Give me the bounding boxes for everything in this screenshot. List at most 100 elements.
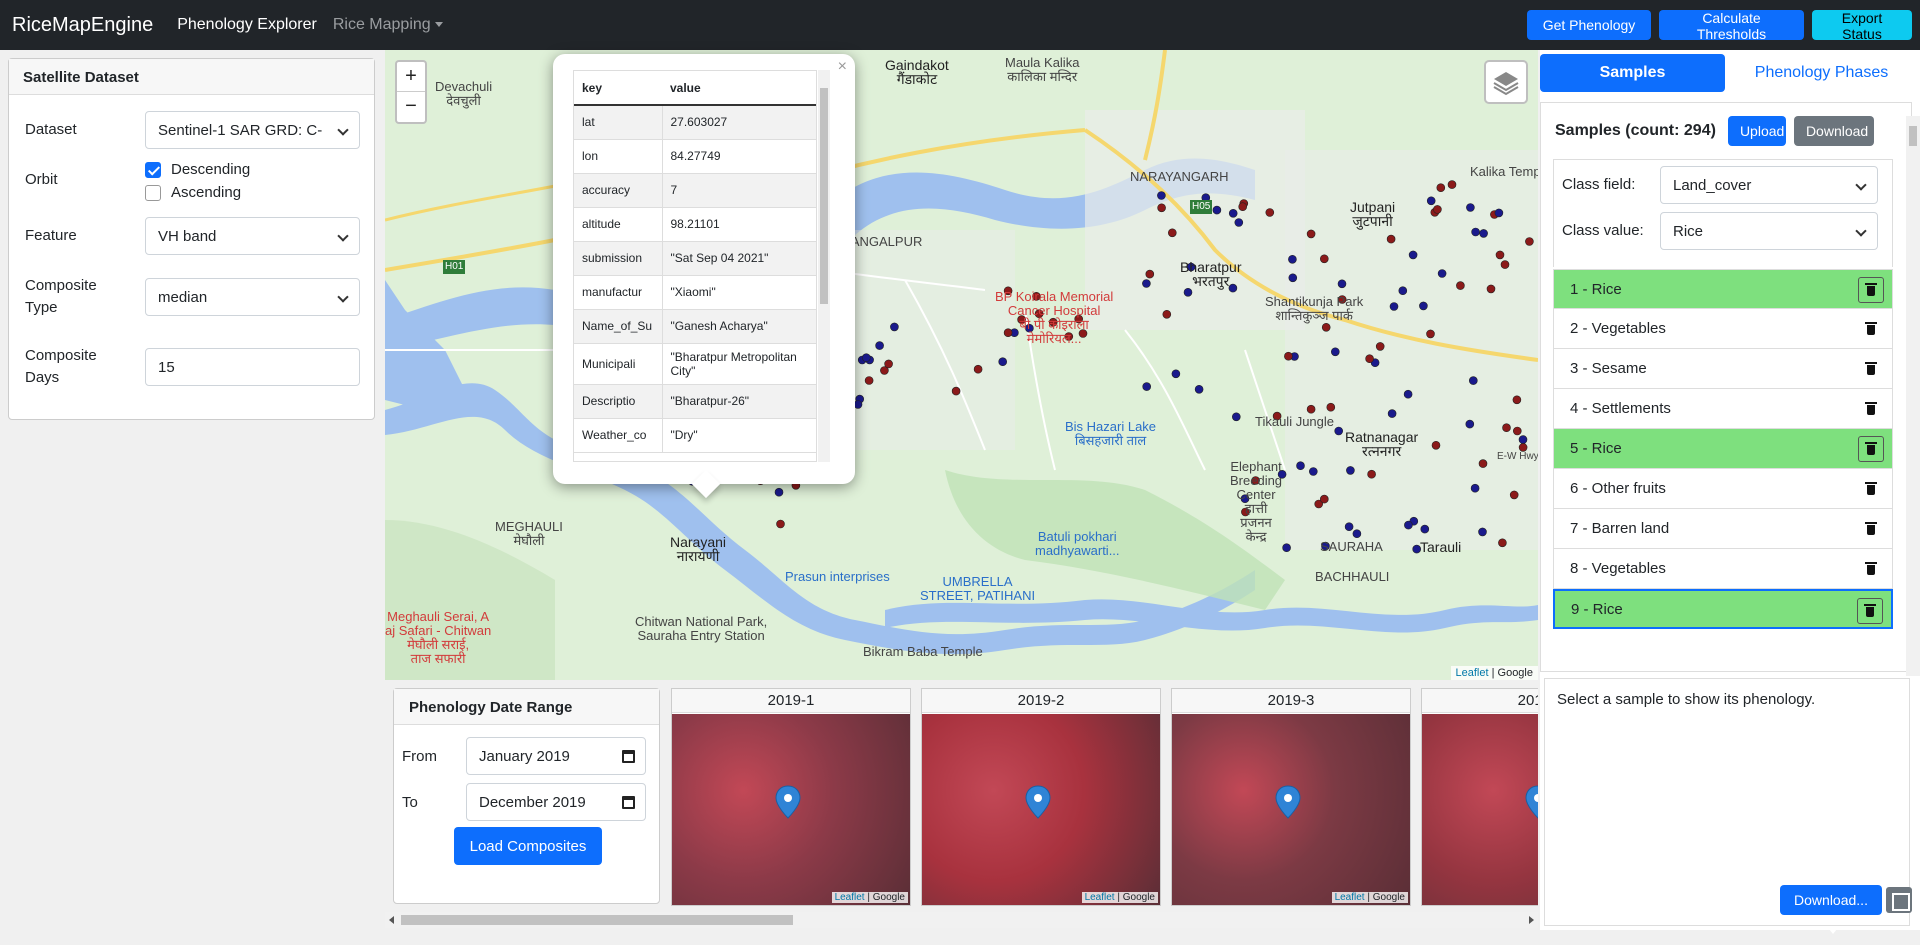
delete-sample-button[interactable] bbox=[1858, 556, 1884, 582]
sample-point-marker[interactable] bbox=[1408, 250, 1418, 260]
composite-image[interactable]: Leaflet | Google bbox=[1422, 714, 1538, 905]
checkbox-unchecked-icon[interactable] bbox=[145, 184, 161, 201]
class-field-select[interactable]: Land_cover bbox=[1660, 166, 1878, 204]
composites-scrollbar[interactable] bbox=[385, 912, 1538, 928]
composite-card[interactable]: 2019-2 Leaflet | Google bbox=[921, 688, 1161, 906]
delete-sample-button[interactable] bbox=[1857, 598, 1883, 624]
sample-point-marker[interactable] bbox=[1238, 202, 1248, 211]
app-brand[interactable]: RiceMapEngine bbox=[12, 14, 153, 37]
orbit-descending-option[interactable]: Descending bbox=[145, 161, 250, 178]
sample-point-marker[interactable] bbox=[1288, 255, 1297, 264]
zoom-in-button[interactable]: + bbox=[397, 62, 425, 92]
scroll-left-icon[interactable] bbox=[389, 916, 394, 924]
sample-point-marker[interactable] bbox=[1319, 494, 1329, 504]
checkbox-checked-icon[interactable] bbox=[145, 161, 161, 178]
sample-point-marker[interactable] bbox=[1495, 250, 1505, 260]
popup-scrollbar-thumb[interactable] bbox=[820, 88, 828, 304]
sample-point-marker[interactable] bbox=[1231, 412, 1241, 422]
sample-point-marker[interactable] bbox=[1386, 234, 1396, 244]
delete-sample-button[interactable] bbox=[1858, 277, 1884, 303]
sample-point-marker[interactable] bbox=[1337, 279, 1347, 289]
composite-image[interactable]: Leaflet | Google bbox=[922, 714, 1160, 905]
delete-sample-button[interactable] bbox=[1858, 356, 1884, 382]
sample-list-item[interactable]: 5 - Rice bbox=[1553, 429, 1893, 469]
sample-point-marker[interactable] bbox=[1498, 538, 1507, 548]
sample-point-marker[interactable] bbox=[1509, 490, 1519, 500]
sample-point-marker[interactable] bbox=[1306, 229, 1316, 239]
sample-list-item[interactable]: 9 - Rice bbox=[1553, 589, 1893, 629]
composite-card[interactable]: 2019-4Leaflet | Google bbox=[1421, 688, 1538, 906]
sample-point-marker[interactable] bbox=[1212, 205, 1222, 215]
sample-point-marker[interactable] bbox=[1469, 376, 1478, 385]
sample-point-marker[interactable] bbox=[1478, 527, 1487, 537]
sample-point-marker[interactable] bbox=[884, 359, 893, 369]
sample-point-marker[interactable] bbox=[1419, 301, 1428, 311]
get-phenology-button[interactable]: Get Phenology bbox=[1527, 10, 1651, 40]
sample-point-marker[interactable] bbox=[1466, 203, 1475, 212]
sample-list-item[interactable]: 7 - Barren land bbox=[1553, 509, 1893, 549]
orbit-ascending-option[interactable]: Ascending bbox=[145, 184, 250, 201]
sample-point-marker[interactable] bbox=[864, 376, 874, 385]
sample-point-marker[interactable] bbox=[1500, 260, 1510, 269]
sample-point-marker[interactable] bbox=[1470, 483, 1480, 493]
composite-image[interactable]: Leaflet | Google bbox=[1172, 714, 1410, 905]
download-dropdown-button[interactable]: Download... bbox=[1780, 885, 1882, 934]
tab-phenology-phases[interactable]: Phenology Phases bbox=[1729, 54, 1914, 92]
sample-point-marker[interactable] bbox=[1145, 269, 1155, 279]
sample-point-marker[interactable] bbox=[1265, 208, 1275, 217]
sample-point-marker[interactable] bbox=[1157, 203, 1166, 213]
fullscreen-icon[interactable] bbox=[1886, 887, 1912, 913]
nav-phenology-explorer[interactable]: Phenology Explorer bbox=[177, 16, 317, 34]
sample-point-marker[interactable] bbox=[1288, 273, 1298, 283]
sample-point-marker[interactable] bbox=[1486, 284, 1496, 294]
sample-point-marker[interactable] bbox=[1436, 183, 1446, 192]
delete-sample-button[interactable] bbox=[1858, 476, 1884, 502]
sample-point-marker[interactable] bbox=[1403, 389, 1413, 399]
sample-point-marker[interactable] bbox=[1465, 419, 1475, 429]
sample-point-marker[interactable] bbox=[1365, 354, 1374, 364]
class-value-select[interactable]: Rice bbox=[1660, 212, 1878, 250]
leaflet-link[interactable]: Leaflet bbox=[835, 892, 865, 903]
calendar-icon[interactable] bbox=[622, 796, 635, 809]
sample-point-marker[interactable] bbox=[1513, 426, 1522, 436]
sample-point-marker[interactable] bbox=[1375, 342, 1385, 351]
sample-point-marker[interactable] bbox=[1352, 529, 1362, 539]
sample-point-marker[interactable] bbox=[1404, 520, 1413, 530]
download-button[interactable]: Download bbox=[1793, 116, 1874, 146]
nav-rice-mapping-dropdown[interactable]: Rice Mapping bbox=[333, 16, 443, 34]
sample-point-marker[interactable] bbox=[853, 400, 863, 409]
sample-list-item[interactable]: 3 - Sesame bbox=[1553, 349, 1893, 389]
popup-scrollbar[interactable] bbox=[818, 70, 830, 462]
to-month-input[interactable]: December 2019 bbox=[466, 783, 646, 821]
dataset-select[interactable]: Sentinel-1 SAR GRD: C- bbox=[145, 111, 360, 149]
sample-point-marker[interactable] bbox=[1157, 191, 1166, 200]
sample-point-marker[interactable] bbox=[1389, 302, 1399, 311]
sample-point-marker[interactable] bbox=[1284, 351, 1293, 361]
close-icon[interactable]: × bbox=[838, 58, 847, 76]
sample-point-marker[interactable] bbox=[973, 364, 983, 374]
sample-point-marker[interactable] bbox=[1194, 384, 1204, 394]
leaflet-link[interactable]: Leaflet bbox=[1335, 892, 1365, 903]
sample-list-item[interactable]: 4 - Settlements bbox=[1553, 389, 1893, 429]
calculate-thresholds-button[interactable]: Calculate Thresholds bbox=[1659, 10, 1804, 42]
sample-list-item[interactable]: 8 - Vegetables bbox=[1553, 549, 1893, 589]
sample-point-marker[interactable] bbox=[1321, 322, 1331, 332]
sample-point-marker[interactable] bbox=[1183, 288, 1193, 297]
export-status-button[interactable]: Export Status bbox=[1812, 10, 1912, 42]
sample-point-marker[interactable] bbox=[1456, 281, 1465, 290]
load-composites-button[interactable]: Load Composites bbox=[454, 827, 602, 865]
sample-point-marker[interactable] bbox=[1512, 395, 1522, 405]
sample-point-marker[interactable] bbox=[1447, 180, 1457, 189]
sample-point-marker[interactable] bbox=[1387, 409, 1397, 418]
from-month-input[interactable]: January 2019 bbox=[466, 737, 646, 775]
sample-point-marker[interactable] bbox=[1398, 286, 1408, 295]
sample-point-marker[interactable] bbox=[1426, 329, 1435, 339]
sample-point-marker[interactable] bbox=[1308, 467, 1318, 476]
sample-point-marker[interactable] bbox=[1471, 227, 1480, 237]
sample-point-marker[interactable] bbox=[875, 341, 884, 350]
feature-select[interactable]: VH band bbox=[145, 217, 360, 255]
leaflet-link[interactable]: Leaflet bbox=[1085, 892, 1115, 903]
sample-point-marker[interactable] bbox=[1162, 309, 1172, 319]
upload-button[interactable]: Upload bbox=[1727, 116, 1786, 146]
sample-point-marker[interactable] bbox=[1334, 426, 1344, 436]
